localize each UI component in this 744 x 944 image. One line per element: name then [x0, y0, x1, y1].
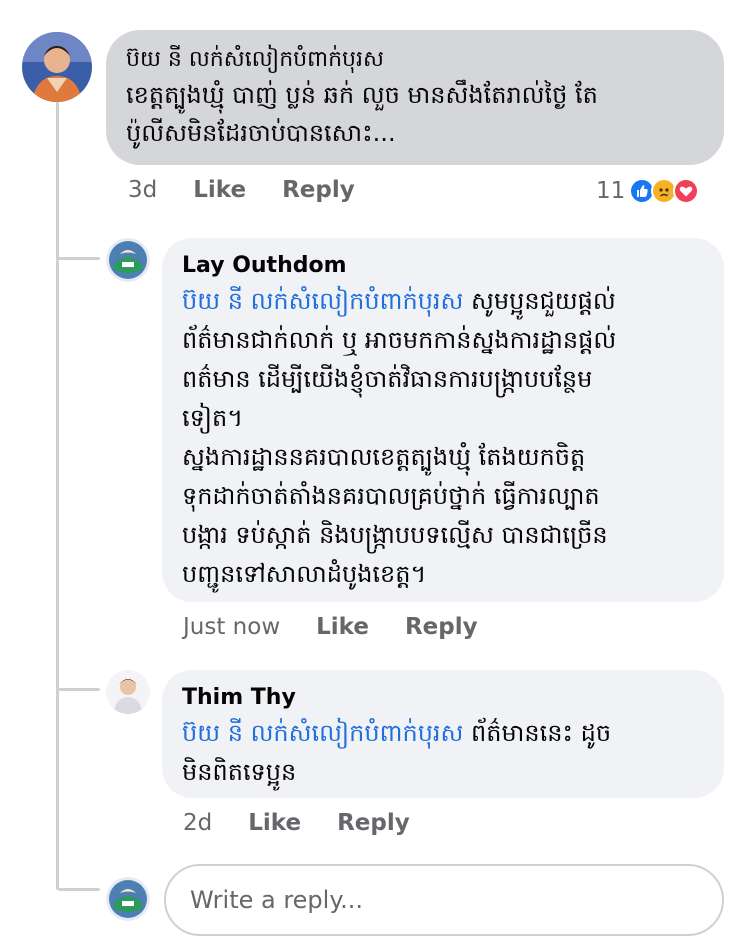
like-button[interactable]: Like — [193, 177, 246, 203]
like-button[interactable]: Like — [316, 614, 369, 640]
reply-input[interactable] — [190, 886, 698, 914]
reply-timestamp[interactable]: 2d — [183, 810, 212, 836]
reply-author-name[interactable]: Lay Outhdom — [182, 250, 704, 282]
reply-text-segment: ព័ត៌មាននេះ ដូច — [463, 719, 612, 747]
reply-button[interactable]: Reply — [337, 810, 410, 836]
thread-line-branch-1 — [58, 257, 100, 260]
like-button[interactable]: Like — [248, 810, 301, 836]
avatar-current-user[interactable] — [106, 877, 150, 921]
reply-timestamp[interactable]: Just now — [183, 614, 280, 640]
main-comment-bubble: ប៊យ នី លក់សំលៀកបំពាក់បុរស ខេត្តត្បូងឃ្មុ… — [106, 30, 724, 165]
thread-line-branch-3 — [58, 888, 100, 891]
avatar-thim-thy[interactable] — [106, 670, 150, 714]
reply-text-line: ទៀត។ — [182, 404, 244, 432]
reply-actions-lay-outhdom: Just now Like Reply — [183, 614, 514, 640]
profile-photo-icon — [106, 670, 150, 714]
reply-text-line: បង្ការ ទប់ស្កាត់ និងបង្ក្រាបបទល្មើស បានជ… — [182, 521, 608, 549]
reply-text-line: មិនពិតទេប្អូន — [182, 758, 297, 786]
thread-line-branch-2 — [58, 688, 100, 691]
reply-text-line: ស្នងការដ្ឋាននគរបាលខេត្តត្បូងឃ្មុំ តែងយកច… — [182, 443, 586, 471]
reaction-summary[interactable]: 11 — [596, 176, 700, 206]
reply-button[interactable]: Reply — [405, 614, 478, 640]
reply-text-line: ពត៌មាន ដើម្បីយើងខ្ញុំចាត់វិធានការបង្ក្រា… — [182, 365, 593, 393]
police-logo-icon — [106, 238, 150, 282]
comment-author-name[interactable]: ប៊យ នី លក់សំលៀកបំពាក់បុរស — [126, 44, 704, 76]
reply-author-name[interactable]: Thim Thy — [182, 682, 704, 714]
reaction-count: 11 — [596, 178, 626, 204]
mention-link[interactable]: ប៊យ នី លក់សំលៀកបំពាក់បុរស — [182, 287, 463, 315]
reply-text-segment: សូមប្អូនជួយផ្ដល់ — [463, 287, 616, 315]
police-logo-icon — [106, 877, 150, 921]
reply-bubble-lay-outhdom: Lay Outhdom ប៊យ នី លក់សំលៀកបំពាក់បុរស សូ… — [162, 238, 724, 602]
reply-text-line: ទុកដាក់ចាត់តាំងនគរបាលគ្រប់ថ្នាក់ ធ្វើការ… — [182, 482, 600, 510]
avatar-lay-outhdom[interactable] — [106, 238, 150, 282]
main-comment-actions: 3d Like Reply — [128, 177, 391, 203]
profile-photo-icon — [22, 32, 92, 102]
thread-line-vertical — [56, 100, 59, 890]
reply-text-line: បញ្ជូនទៅសាលាដំបូងខេត្ត។ — [182, 560, 427, 588]
reply-button[interactable]: Reply — [282, 177, 355, 203]
reply-text-line: ព័ត៌មានជាក់លាក់ ឬ អាចមកកាន់ស្នងការដ្ឋានផ… — [182, 326, 617, 354]
reply-text-line: ប៊យ នី លក់សំលៀកបំពាក់បុរស ព័ត៌មាននេះ ដូច — [182, 714, 704, 753]
comment-text-line: ខេត្តត្បូងឃ្មុំ បាញ់ ប្លន់ ឆក់ លួច មានសឹ… — [126, 81, 598, 109]
reply-composer[interactable] — [164, 864, 724, 936]
mention-link[interactable]: ប៊យ នី លក់សំលៀកបំពាក់បុរស — [182, 719, 463, 747]
reply-actions-thim-thy: 2d Like Reply — [183, 810, 446, 836]
reply-bubble-thim-thy: Thim Thy ប៊យ នី លក់សំលៀកបំពាក់បុរស ព័ត៌ម… — [162, 670, 724, 798]
reply-text-line: ប៊យ នី លក់សំលៀកបំពាក់បុរស សូមប្អូនជួយផ្ដ… — [182, 282, 704, 321]
comment-timestamp[interactable]: 3d — [128, 177, 157, 203]
avatar-main-commenter[interactable] — [22, 32, 92, 102]
comment-text-line: ប៉ូលីសមិនដែរចាប់បានសោះ... — [126, 119, 396, 147]
love-icon — [673, 178, 700, 204]
